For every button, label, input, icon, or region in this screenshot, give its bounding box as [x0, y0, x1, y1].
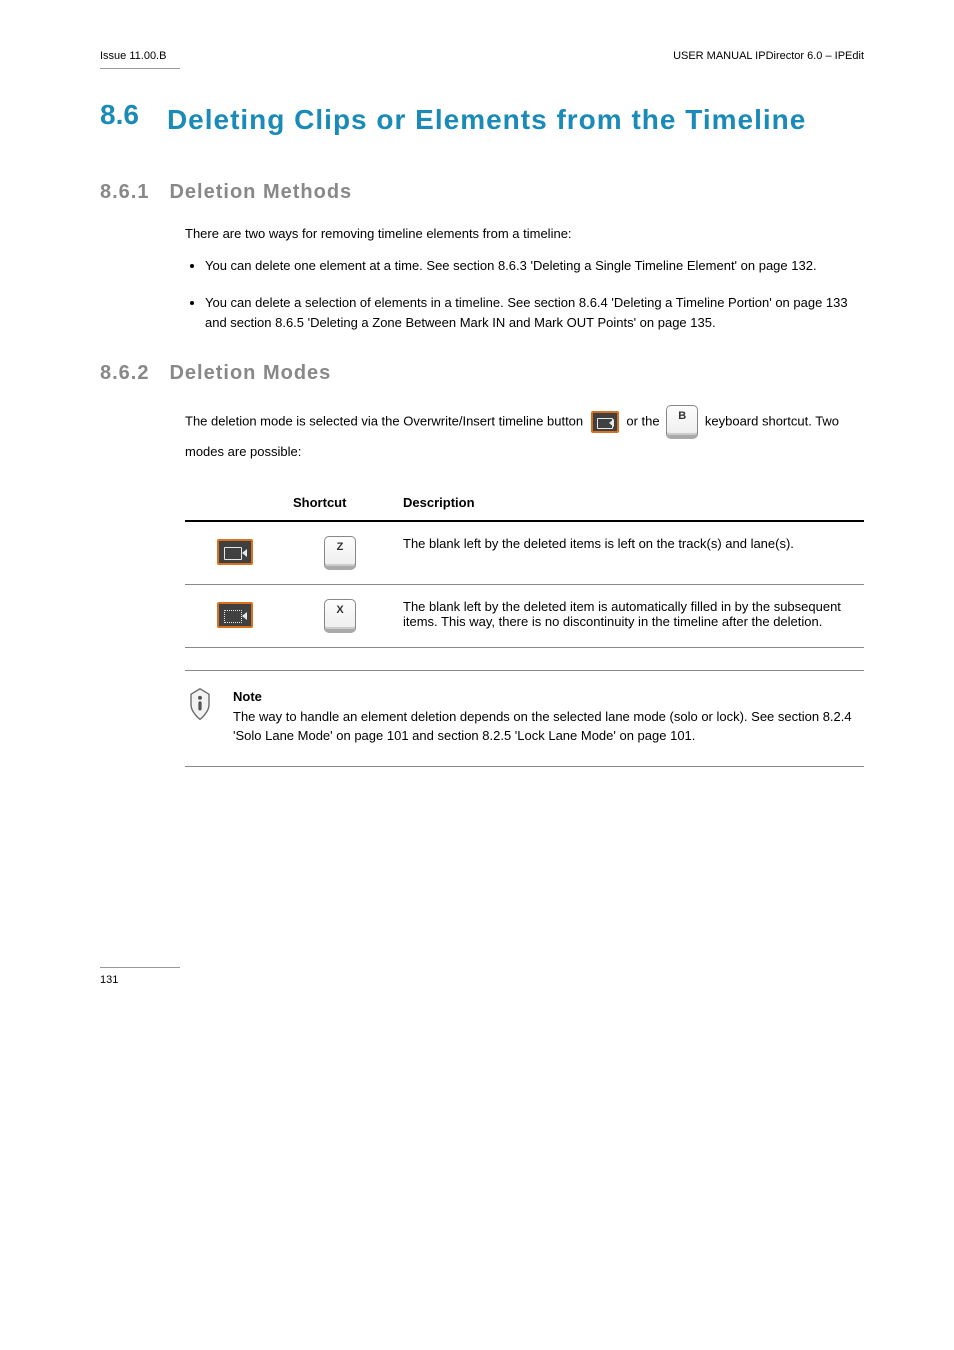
page-number: 131 — [100, 974, 864, 986]
section-heading: 8.6 Deleting Clips or Elements from the … — [100, 99, 864, 141]
overwrite-insert-icon — [591, 411, 619, 433]
col-header-icon — [185, 485, 285, 521]
sub1-intro: There are two ways for removing timeline… — [185, 224, 864, 244]
subsection-1-title: Deletion Methods — [169, 181, 352, 204]
keycap-x: X — [324, 599, 356, 633]
table-row: Z The blank left by the deleted items is… — [185, 521, 864, 585]
note-icon — [185, 687, 215, 717]
sub1-bullets: You can delete one element at a time. Se… — [205, 256, 864, 333]
list-item: You can delete one element at a time. Se… — [205, 256, 864, 276]
sub2-para: The deletion mode is selected via the Ov… — [185, 405, 864, 465]
row-desc: The blank left by the deleted items is l… — [395, 521, 864, 585]
subsection-1-heading: 8.6.1 Deletion Methods — [100, 181, 864, 204]
subsection-2-title: Deletion Modes — [169, 362, 331, 385]
section-title: Deleting Clips or Elements from the Time… — [167, 99, 806, 141]
header-issue: Issue 11.00.B — [100, 50, 166, 62]
modes-table: Shortcut Description Z The blank left by… — [185, 485, 864, 648]
header-doc: USER MANUAL IPDirector 6.0 – IPEdit — [673, 50, 864, 62]
subsection-2-number: 8.6.2 — [100, 362, 149, 385]
table-row: X The blank left by the deleted item is … — [185, 585, 864, 648]
subsection-1-number: 8.6.1 — [100, 181, 149, 204]
note-label: Note — [233, 687, 864, 707]
delete-fill-blank-icon — [217, 602, 253, 628]
section-number: 8.6 — [100, 99, 139, 141]
delete-leave-blank-icon — [217, 539, 253, 565]
subsection-2-heading: 8.6.2 Deletion Modes — [100, 362, 864, 385]
col-header-description: Description — [395, 485, 864, 521]
sub2-para-mid: or the — [626, 413, 663, 428]
row-desc: The blank left by the deleted item is au… — [395, 585, 864, 648]
bottom-rule — [100, 967, 180, 968]
col-header-shortcut: Shortcut — [285, 485, 395, 521]
top-rule — [100, 68, 180, 69]
keycap-z: Z — [324, 536, 356, 570]
note-block: Note The way to handle an element deleti… — [185, 670, 864, 767]
note-text: Note The way to handle an element deleti… — [233, 687, 864, 746]
note-body: The way to handle an element deletion de… — [233, 707, 864, 746]
sub2-para-prefix: The deletion mode is selected via the Ov… — [185, 413, 587, 428]
keycap-b: B — [666, 405, 698, 439]
list-item: You can delete a selection of elements i… — [205, 293, 864, 332]
